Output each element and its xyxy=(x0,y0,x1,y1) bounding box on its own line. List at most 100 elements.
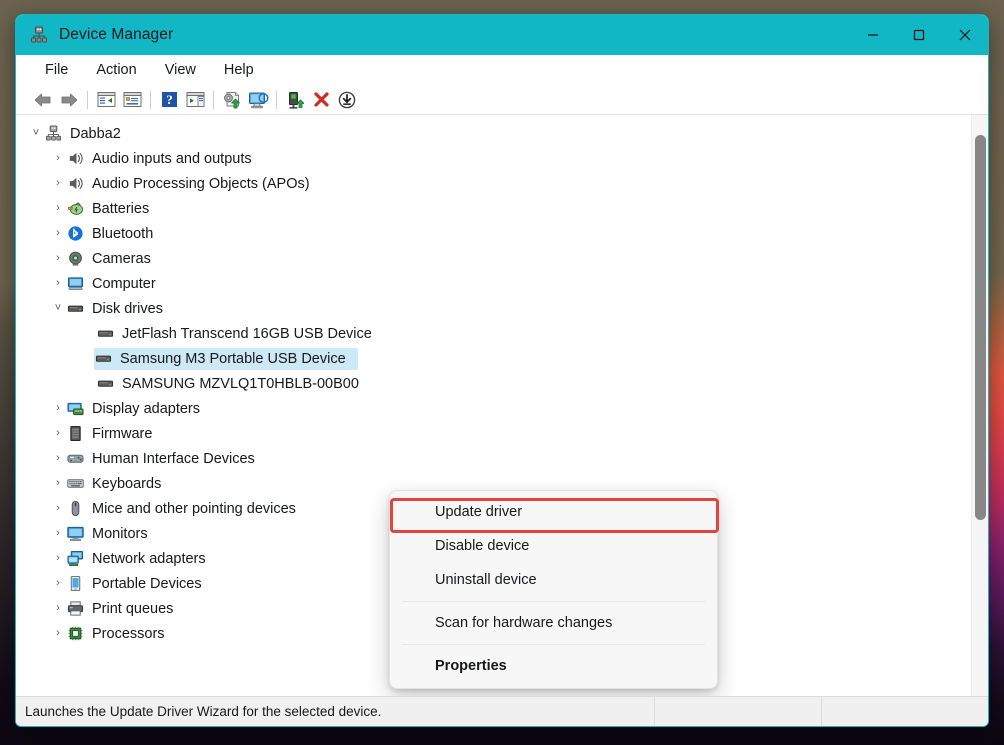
tree-row-label: Computer xyxy=(92,275,156,292)
enable-device-button[interactable] xyxy=(282,88,308,112)
status-bar-pane-2 xyxy=(821,696,988,726)
menu-file[interactable]: File xyxy=(34,59,79,81)
forward-icon xyxy=(61,93,78,106)
tree-row-audio-processing-objects-apos[interactable]: › Audio Processing Objects (APOs) xyxy=(16,171,971,196)
update-driver-button[interactable] xyxy=(219,88,245,112)
menu-bar: File Action View Help xyxy=(16,55,988,85)
menu-action[interactable]: Action xyxy=(85,59,147,81)
context-menu-items: Update driver Disable device Uninstall dev… xyxy=(390,495,717,683)
toolbar-separator xyxy=(213,90,214,109)
maximize-button[interactable] xyxy=(896,15,942,55)
chevron-right-icon[interactable]: › xyxy=(50,528,66,539)
chevron-right-icon[interactable]: › xyxy=(50,403,66,414)
device-manager-window: Device Manager File Action View Help ? ˅… xyxy=(15,14,989,727)
close-icon xyxy=(959,29,971,41)
back-icon xyxy=(34,93,51,106)
tree-row-root[interactable]: ˅ Dabba2 xyxy=(16,121,971,146)
chevron-right-icon[interactable]: › xyxy=(50,478,66,489)
show-hide-action-pane-button[interactable] xyxy=(182,88,208,112)
tree-row-computer[interactable]: › Computer xyxy=(16,271,971,296)
close-button[interactable] xyxy=(942,15,988,55)
menu-help[interactable]: Help xyxy=(213,59,265,81)
context-menu-item-uninstall-device[interactable]: Uninstall device xyxy=(390,563,717,597)
scan-for-hardware-changes-icon xyxy=(248,92,269,108)
chevron-right-icon[interactable]: › xyxy=(50,503,66,514)
chevron-right-icon[interactable]: › xyxy=(50,228,66,239)
uninstall-device-button[interactable] xyxy=(308,88,334,112)
tree-row-samsung-mzvlq1t0hblb-00b00[interactable]: SAMSUNG MZVLQ1T0HBLB-00B00 xyxy=(16,371,971,396)
tree-row-label: Samsung M3 Portable USB Device xyxy=(120,350,346,367)
chevron-right-icon[interactable]: › xyxy=(50,153,66,164)
minimize-icon xyxy=(868,34,878,36)
chevron-right-icon[interactable]: › xyxy=(50,278,66,289)
speaker-icon xyxy=(66,175,84,193)
tree-row-jetflash-transcend-16gb-usb-device[interactable]: JetFlash Transcend 16GB USB Device xyxy=(16,321,971,346)
disk-drive-icon xyxy=(96,375,114,393)
help-button[interactable]: ? xyxy=(156,88,182,112)
status-bar-pane-1 xyxy=(654,696,821,726)
context-menu-item-disable-device[interactable]: Disable device xyxy=(390,529,717,563)
keyboard-icon xyxy=(66,475,84,493)
selected-row-highlight: Samsung M3 Portable USB Device xyxy=(94,347,358,370)
scan-for-hardware-changes-button[interactable] xyxy=(245,88,271,112)
tree-row-label: JetFlash Transcend 16GB USB Device xyxy=(122,325,372,342)
properties-button[interactable] xyxy=(119,88,145,112)
toolbar-separator xyxy=(87,90,88,109)
context-menu[interactable]: Update driver Disable device Uninstall dev… xyxy=(389,490,719,689)
menu-view[interactable]: View xyxy=(154,59,207,81)
chevron-right-icon[interactable]: › xyxy=(50,428,66,439)
title-bar[interactable]: Device Manager xyxy=(16,15,988,55)
context-menu-item-update-driver[interactable]: Update driver xyxy=(390,495,717,529)
tree-row-label: Display adapters xyxy=(92,400,200,417)
chevron-right-icon[interactable]: › xyxy=(50,253,66,264)
tree-row-display-adapters[interactable]: › Display adapters xyxy=(16,396,971,421)
download-button[interactable] xyxy=(334,88,360,112)
tree-row-label: Human Interface Devices xyxy=(92,450,255,467)
chevron-down-icon[interactable]: ˅ xyxy=(28,128,44,139)
tree-row-label: Batteries xyxy=(92,200,150,217)
context-menu-item-properties[interactable]: Properties xyxy=(390,649,717,683)
svg-text:?: ? xyxy=(166,92,173,107)
tree-row-human-interface-devices[interactable]: › Human Interface Devices xyxy=(16,446,971,471)
window-title: Device Manager xyxy=(59,26,174,43)
tree-row-samsung-m3-portable-usb-device[interactable]: Samsung M3 Portable USB Device xyxy=(16,346,971,371)
tree-row-audio-inputs-and-outputs[interactable]: › Audio inputs and outputs xyxy=(16,146,971,171)
chevron-right-icon[interactable]: › xyxy=(50,603,66,614)
tree-row-label: Print queues xyxy=(92,600,174,617)
portable-device-icon xyxy=(66,575,84,593)
chevron-right-icon[interactable]: › xyxy=(50,203,66,214)
vertical-scrollbar[interactable] xyxy=(971,115,988,696)
chevron-right-icon[interactable]: › xyxy=(50,553,66,564)
chevron-right-icon[interactable]: › xyxy=(50,453,66,464)
chevron-right-icon[interactable]: › xyxy=(50,178,66,189)
show-hide-console-tree-icon xyxy=(97,92,115,107)
download-icon xyxy=(338,91,356,108)
uninstall-device-icon xyxy=(313,92,329,107)
context-menu-separator xyxy=(402,644,705,645)
device-manager-icon xyxy=(31,26,47,43)
tree-row-disk-drives[interactable]: ˅ Disk drives xyxy=(16,296,971,321)
forward-button[interactable] xyxy=(56,88,82,112)
show-hide-console-tree-button[interactable] xyxy=(93,88,119,112)
tree-row-cameras[interactable]: › Cameras xyxy=(16,246,971,271)
tree-row-label: Bluetooth xyxy=(92,225,154,242)
tree-row-firmware[interactable]: › Firmware xyxy=(16,421,971,446)
chevron-right-icon[interactable]: › xyxy=(50,628,66,639)
tree-row-bluetooth[interactable]: › Bluetooth xyxy=(16,221,971,246)
chevron-down-icon[interactable]: ˅ xyxy=(50,303,66,314)
context-menu-item-scan-for-hardware-changes[interactable]: Scan for hardware changes xyxy=(390,606,717,640)
tree-row-batteries[interactable]: › Batteries xyxy=(16,196,971,221)
scrollbar-thumb[interactable] xyxy=(975,135,986,520)
chevron-right-icon[interactable]: › xyxy=(50,578,66,589)
minimize-button[interactable] xyxy=(850,15,896,55)
computer-icon xyxy=(66,275,84,293)
display-adapter-icon xyxy=(66,400,84,418)
printer-icon xyxy=(66,600,84,618)
mouse-icon xyxy=(66,500,84,518)
tree-row-label: Portable Devices xyxy=(92,575,202,592)
network-adapter-icon xyxy=(66,550,84,568)
back-button[interactable] xyxy=(30,88,56,112)
maximize-icon xyxy=(913,29,925,41)
tree-row-label: Network adapters xyxy=(92,550,206,567)
tree-row-label: Disk drives xyxy=(92,300,163,317)
